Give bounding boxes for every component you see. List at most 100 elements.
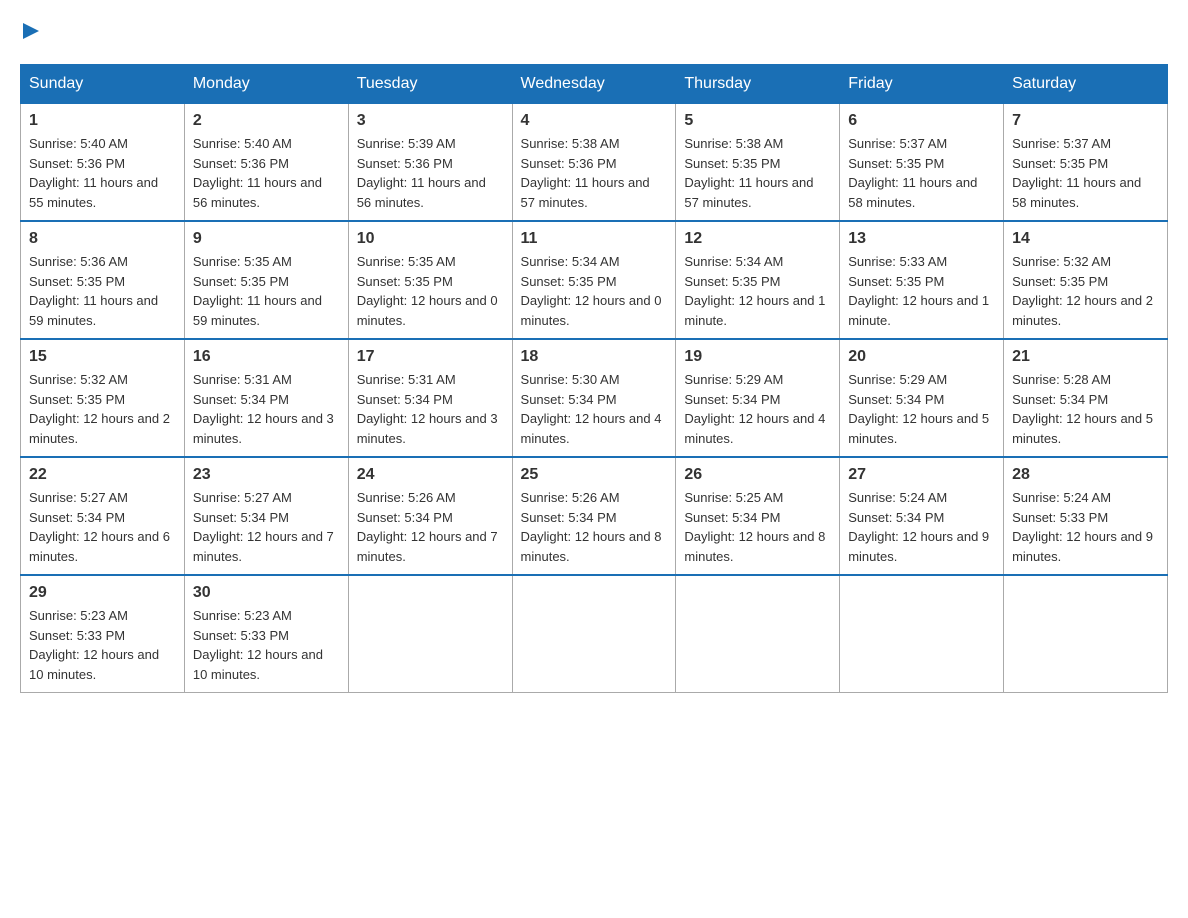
calendar-cell: 29 Sunrise: 5:23 AM Sunset: 5:33 PM Dayl…: [21, 575, 185, 693]
calendar-cell: [1004, 575, 1168, 693]
daylight-label: Daylight: 12 hours and 8 minutes.: [521, 529, 662, 564]
daylight-label: Daylight: 11 hours and 56 minutes.: [193, 175, 322, 210]
day-info: Sunrise: 5:36 AM Sunset: 5:35 PM Dayligh…: [29, 252, 176, 330]
day-info: Sunrise: 5:25 AM Sunset: 5:34 PM Dayligh…: [684, 488, 831, 566]
daylight-label: Daylight: 11 hours and 57 minutes.: [521, 175, 650, 210]
day-info: Sunrise: 5:26 AM Sunset: 5:34 PM Dayligh…: [357, 488, 504, 566]
day-info: Sunrise: 5:29 AM Sunset: 5:34 PM Dayligh…: [848, 370, 995, 448]
calendar-cell: 18 Sunrise: 5:30 AM Sunset: 5:34 PM Dayl…: [512, 339, 676, 457]
day-info: Sunrise: 5:37 AM Sunset: 5:35 PM Dayligh…: [1012, 134, 1159, 212]
daylight-label: Daylight: 12 hours and 5 minutes.: [1012, 411, 1153, 446]
daylight-label: Daylight: 12 hours and 1 minute.: [684, 293, 825, 328]
day-number: 21: [1012, 348, 1159, 366]
sunrise-label: Sunrise: 5:30 AM: [521, 372, 620, 387]
calendar-cell: 21 Sunrise: 5:28 AM Sunset: 5:34 PM Dayl…: [1004, 339, 1168, 457]
sunset-label: Sunset: 5:36 PM: [521, 156, 617, 171]
sunrise-label: Sunrise: 5:27 AM: [193, 490, 292, 505]
sunset-label: Sunset: 5:35 PM: [848, 156, 944, 171]
calendar-cell: 7 Sunrise: 5:37 AM Sunset: 5:35 PM Dayli…: [1004, 104, 1168, 222]
daylight-label: Daylight: 12 hours and 9 minutes.: [1012, 529, 1153, 564]
daylight-label: Daylight: 12 hours and 10 minutes.: [29, 647, 159, 682]
weekday-header-wednesday: Wednesday: [512, 65, 676, 104]
calendar-week-row: 8 Sunrise: 5:36 AM Sunset: 5:35 PM Dayli…: [21, 221, 1168, 339]
calendar-cell: 3 Sunrise: 5:39 AM Sunset: 5:36 PM Dayli…: [348, 104, 512, 222]
sunrise-label: Sunrise: 5:25 AM: [684, 490, 783, 505]
sunset-label: Sunset: 5:34 PM: [1012, 392, 1108, 407]
day-info: Sunrise: 5:24 AM Sunset: 5:34 PM Dayligh…: [848, 488, 995, 566]
weekday-header-sunday: Sunday: [21, 65, 185, 104]
calendar-cell: 11 Sunrise: 5:34 AM Sunset: 5:35 PM Dayl…: [512, 221, 676, 339]
daylight-label: Daylight: 11 hours and 59 minutes.: [29, 293, 158, 328]
calendar-cell: 16 Sunrise: 5:31 AM Sunset: 5:34 PM Dayl…: [184, 339, 348, 457]
calendar-cell: 28 Sunrise: 5:24 AM Sunset: 5:33 PM Dayl…: [1004, 457, 1168, 575]
calendar-cell: 10 Sunrise: 5:35 AM Sunset: 5:35 PM Dayl…: [348, 221, 512, 339]
calendar-cell: 14 Sunrise: 5:32 AM Sunset: 5:35 PM Dayl…: [1004, 221, 1168, 339]
day-info: Sunrise: 5:31 AM Sunset: 5:34 PM Dayligh…: [193, 370, 340, 448]
calendar-week-row: 29 Sunrise: 5:23 AM Sunset: 5:33 PM Dayl…: [21, 575, 1168, 693]
day-number: 7: [1012, 112, 1159, 130]
calendar-week-row: 15 Sunrise: 5:32 AM Sunset: 5:35 PM Dayl…: [21, 339, 1168, 457]
day-info: Sunrise: 5:40 AM Sunset: 5:36 PM Dayligh…: [29, 134, 176, 212]
day-number: 11: [521, 230, 668, 248]
daylight-label: Daylight: 12 hours and 2 minutes.: [29, 411, 170, 446]
sunrise-label: Sunrise: 5:38 AM: [684, 136, 783, 151]
sunrise-label: Sunrise: 5:24 AM: [848, 490, 947, 505]
calendar-cell: 2 Sunrise: 5:40 AM Sunset: 5:36 PM Dayli…: [184, 104, 348, 222]
sunrise-label: Sunrise: 5:31 AM: [357, 372, 456, 387]
day-info: Sunrise: 5:35 AM Sunset: 5:35 PM Dayligh…: [357, 252, 504, 330]
day-number: 27: [848, 466, 995, 484]
daylight-label: Daylight: 12 hours and 5 minutes.: [848, 411, 989, 446]
weekday-header-tuesday: Tuesday: [348, 65, 512, 104]
sunrise-label: Sunrise: 5:39 AM: [357, 136, 456, 151]
day-number: 10: [357, 230, 504, 248]
daylight-label: Daylight: 12 hours and 4 minutes.: [521, 411, 662, 446]
sunset-label: Sunset: 5:34 PM: [521, 392, 617, 407]
sunset-label: Sunset: 5:35 PM: [521, 274, 617, 289]
daylight-label: Daylight: 12 hours and 4 minutes.: [684, 411, 825, 446]
calendar-cell: 27 Sunrise: 5:24 AM Sunset: 5:34 PM Dayl…: [840, 457, 1004, 575]
sunrise-label: Sunrise: 5:23 AM: [29, 608, 128, 623]
calendar-cell: 1 Sunrise: 5:40 AM Sunset: 5:36 PM Dayli…: [21, 104, 185, 222]
sunset-label: Sunset: 5:33 PM: [193, 628, 289, 643]
daylight-label: Daylight: 12 hours and 10 minutes.: [193, 647, 323, 682]
daylight-label: Daylight: 12 hours and 8 minutes.: [684, 529, 825, 564]
sunrise-label: Sunrise: 5:37 AM: [848, 136, 947, 151]
day-info: Sunrise: 5:37 AM Sunset: 5:35 PM Dayligh…: [848, 134, 995, 212]
day-number: 26: [684, 466, 831, 484]
day-number: 30: [193, 584, 340, 602]
sunset-label: Sunset: 5:36 PM: [357, 156, 453, 171]
day-info: Sunrise: 5:38 AM Sunset: 5:36 PM Dayligh…: [521, 134, 668, 212]
day-info: Sunrise: 5:34 AM Sunset: 5:35 PM Dayligh…: [521, 252, 668, 330]
daylight-label: Daylight: 12 hours and 3 minutes.: [357, 411, 498, 446]
day-number: 20: [848, 348, 995, 366]
day-info: Sunrise: 5:34 AM Sunset: 5:35 PM Dayligh…: [684, 252, 831, 330]
day-number: 6: [848, 112, 995, 130]
sunrise-label: Sunrise: 5:29 AM: [684, 372, 783, 387]
calendar-cell: 17 Sunrise: 5:31 AM Sunset: 5:34 PM Dayl…: [348, 339, 512, 457]
calendar-cell: 6 Sunrise: 5:37 AM Sunset: 5:35 PM Dayli…: [840, 104, 1004, 222]
sunrise-label: Sunrise: 5:23 AM: [193, 608, 292, 623]
calendar-cell: 5 Sunrise: 5:38 AM Sunset: 5:35 PM Dayli…: [676, 104, 840, 222]
sunrise-label: Sunrise: 5:34 AM: [521, 254, 620, 269]
sunrise-label: Sunrise: 5:40 AM: [193, 136, 292, 151]
day-info: Sunrise: 5:29 AM Sunset: 5:34 PM Dayligh…: [684, 370, 831, 448]
day-number: 25: [521, 466, 668, 484]
daylight-label: Daylight: 12 hours and 3 minutes.: [193, 411, 334, 446]
weekday-header-thursday: Thursday: [676, 65, 840, 104]
day-info: Sunrise: 5:27 AM Sunset: 5:34 PM Dayligh…: [193, 488, 340, 566]
day-number: 1: [29, 112, 176, 130]
sunrise-label: Sunrise: 5:31 AM: [193, 372, 292, 387]
day-number: 18: [521, 348, 668, 366]
sunset-label: Sunset: 5:34 PM: [193, 510, 289, 525]
weekday-header-friday: Friday: [840, 65, 1004, 104]
calendar-cell: 26 Sunrise: 5:25 AM Sunset: 5:34 PM Dayl…: [676, 457, 840, 575]
day-info: Sunrise: 5:24 AM Sunset: 5:33 PM Dayligh…: [1012, 488, 1159, 566]
sunset-label: Sunset: 5:35 PM: [684, 274, 780, 289]
sunrise-label: Sunrise: 5:40 AM: [29, 136, 128, 151]
sunrise-label: Sunrise: 5:27 AM: [29, 490, 128, 505]
sunrise-label: Sunrise: 5:36 AM: [29, 254, 128, 269]
calendar-week-row: 1 Sunrise: 5:40 AM Sunset: 5:36 PM Dayli…: [21, 104, 1168, 222]
calendar-cell: 9 Sunrise: 5:35 AM Sunset: 5:35 PM Dayli…: [184, 221, 348, 339]
day-number: 24: [357, 466, 504, 484]
calendar-cell: 13 Sunrise: 5:33 AM Sunset: 5:35 PM Dayl…: [840, 221, 1004, 339]
